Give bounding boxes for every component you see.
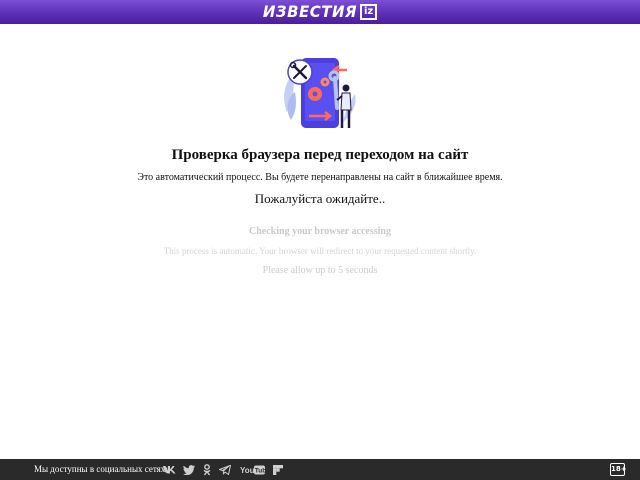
odnoklassniki-icon[interactable] (201, 463, 213, 476)
logo-badge: iz (360, 4, 378, 20)
social-label: Мы доступны в социальных сетях: (34, 464, 168, 474)
footer-bar: Мы доступны в социальных сетях: You Tub … (0, 459, 640, 480)
flipboard-icon[interactable] (272, 463, 284, 476)
page-title: Проверка браузера перед переходом на сай… (171, 147, 469, 163)
vk-icon[interactable] (162, 463, 176, 476)
page: ИЗВЕСТИЯ iz Проверка браузера перед пере… (0, 0, 640, 480)
page-title-en: Checking your browser accessing (249, 226, 391, 237)
age-rating-badge: 18+ (610, 463, 627, 476)
maintenance-illustration (279, 52, 361, 134)
auto-process-message: Это автоматический процесс. Вы будете пе… (137, 172, 503, 183)
telegram-icon[interactable] (218, 463, 232, 476)
youtube-icon[interactable]: You Tube (239, 463, 265, 476)
top-header: ИЗВЕСТИЯ iz (0, 0, 640, 24)
svg-text:You: You (240, 466, 255, 475)
svg-text:Tube: Tube (254, 467, 264, 474)
please-wait-message: Пожалуйста ожидайте.. (254, 191, 386, 206)
logo-text: ИЗВЕСТИЯ (262, 2, 358, 22)
izvestia-logo[interactable]: ИЗВЕСТИЯ iz (262, 0, 378, 24)
auto-process-message-en: This process is automatic. Your browser … (163, 246, 477, 256)
twitter-icon[interactable] (182, 463, 196, 476)
please-wait-message-en: Please allow up to 5 seconds (262, 265, 378, 276)
